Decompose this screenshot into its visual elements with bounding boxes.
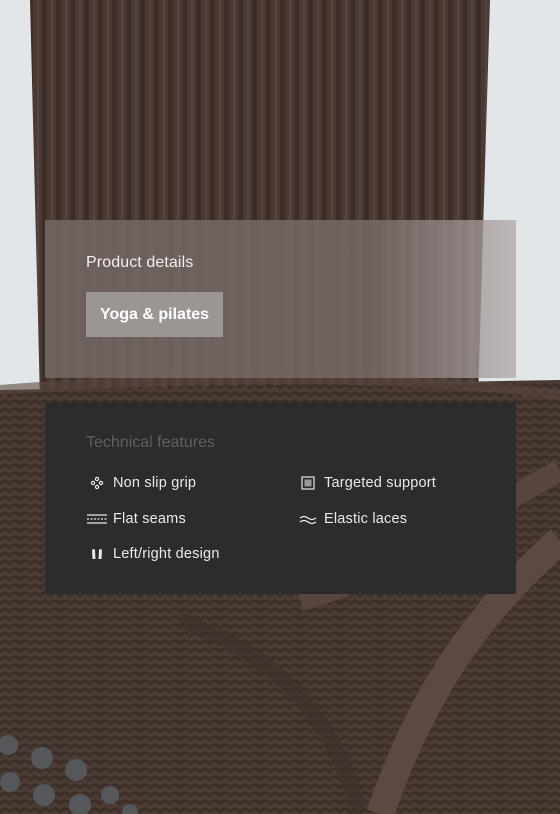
feature-flat-seams: Flat seams xyxy=(86,511,186,527)
technical-features-panel: Technical features Non slip grip Targete… xyxy=(45,402,516,594)
wave-icon xyxy=(297,511,319,527)
feet-icon xyxy=(86,546,108,562)
product-details-panel: Product details Yoga & pilates xyxy=(45,220,516,378)
activity-tag-chip[interactable]: Yoga & pilates xyxy=(86,292,224,337)
feature-label: Targeted support xyxy=(324,475,437,491)
feature-label: Elastic laces xyxy=(324,511,408,527)
feature-targeted-support: Targeted support xyxy=(297,475,436,491)
feature-label: Non slip grip xyxy=(113,475,197,491)
feature-non-slip-grip: Non slip grip xyxy=(86,475,196,491)
feature-left-right-design: Left/right design xyxy=(86,546,220,562)
feature-label: Left/right design xyxy=(113,546,220,562)
feature-elastic-laces: Elastic laces xyxy=(297,511,407,527)
support-square-icon xyxy=(297,475,319,491)
product-details-title: Product details xyxy=(86,254,194,271)
flat-seams-icon xyxy=(86,511,108,527)
feature-label: Flat seams xyxy=(113,511,186,527)
grip-dots-icon xyxy=(86,475,108,491)
technical-features-title: Technical features xyxy=(86,434,215,451)
